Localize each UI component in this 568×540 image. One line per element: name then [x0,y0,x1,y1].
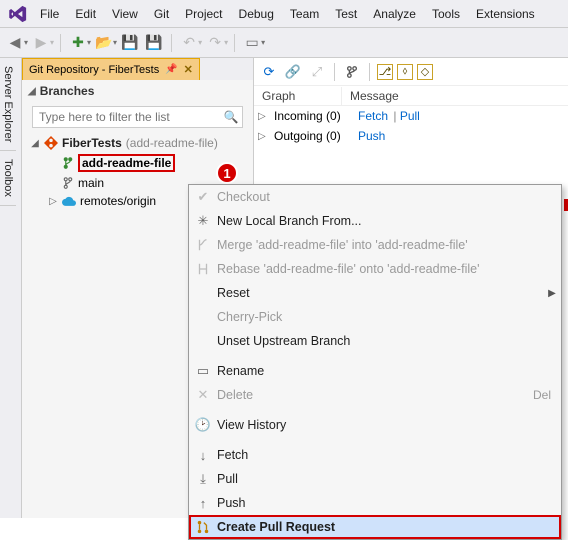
save-all-icon[interactable]: 💾 [143,32,165,54]
doc-tab-title: Git Repository - FiberTests [29,64,159,76]
rename-icon: ▭ [189,363,217,379]
save-icon[interactable]: 💾 [119,32,141,54]
repo-current-branch: (add-readme-file) [126,136,218,150]
branch-current-icon [62,157,74,169]
new-project-icon[interactable]: ✚ [67,32,89,54]
branch-context-menu: ✔ Checkout ✳ New Local Branch From... Me… [188,184,562,540]
branch-icon[interactable] [341,61,363,83]
branch-icon [62,177,74,189]
menu-extensions[interactable]: Extensions [468,3,543,25]
callout-1: 1 [216,162,238,184]
menu-edit[interactable]: Edit [67,3,104,25]
merge-icon [189,238,217,252]
window-icon[interactable]: ▭ [241,32,263,54]
caret-right-icon: ▷ [258,111,268,122]
refresh-icon[interactable]: ⟳ [258,61,280,83]
branch-item-label: main [78,176,104,190]
col-message[interactable]: Message [342,87,407,105]
ctx-rename[interactable]: ▭ Rename [189,359,561,383]
incoming-label: Incoming (0) [274,109,352,123]
branches-heading: Branches [40,84,95,98]
new-branch-icon: ✳ [189,213,217,229]
ctx-delete: ✕ Delete Del [189,383,561,407]
crop-marker [564,199,568,211]
menu-view[interactable]: View [104,3,146,25]
ctx-merge: Merge 'add-readme-file' into 'add-readme… [189,233,561,257]
fetch-icon: ↓ [189,448,217,463]
undo-icon[interactable]: ↶ [178,32,200,54]
filter-box-3[interactable]: ◇ [417,64,433,80]
ctx-checkout: ✔ Checkout [189,185,561,209]
git-repo-icon [44,136,58,150]
git-repo-doc-tab[interactable]: Git Repository - FiberTests 📌 ✕ [22,58,200,80]
submenu-arrow-icon: ▶ [543,288,561,299]
caret-down-icon: ◢ [28,86,36,97]
repo-name: FiberTests [62,136,122,150]
main-toolbar: ◀▾ ▶▾ ✚▾ 📂▾ 💾 💾 ↶▾ ↷▾ ▭▾ [0,28,568,58]
link-icon[interactable]: 🔗 [282,61,304,83]
pull-link[interactable]: Pull [400,109,420,123]
branches-section-header[interactable]: ◢ Branches [22,80,253,102]
branch-filter-input[interactable] [33,107,220,127]
ctx-pull[interactable]: ⤓ Pull [189,467,561,491]
menu-file[interactable]: File [32,3,67,25]
caret-down-icon: ◢ [30,138,40,149]
open-icon[interactable]: 📂 [93,32,115,54]
history-toolbar: ⟳ 🔗 ⤢ ⎇ ⬨ ◇ [254,58,568,86]
side-well: Server Explorer Toolbox [0,58,22,518]
redo-icon[interactable]: ↷ [204,32,226,54]
ctx-view-history[interactable]: 🕑 View History [189,413,561,437]
history-icon: 🕑 [189,417,217,433]
ctx-fetch[interactable]: ↓ Fetch [189,443,561,467]
menubar: File Edit View Git Project Debug Team Te… [0,0,568,28]
caret-right-icon: ▷ [258,131,268,142]
branch-item-label: add-readme-file [78,154,175,172]
push-link[interactable]: Push [358,129,385,143]
menu-team[interactable]: Team [282,3,327,25]
checkout-icon: ✔ [189,189,217,205]
push-icon: ↑ [189,496,217,511]
menu-test[interactable]: Test [327,3,365,25]
branch-node-current[interactable]: add-readme-file [28,152,247,174]
side-tab-server-explorer[interactable]: Server Explorer [0,58,16,151]
incoming-row[interactable]: ▷ Incoming (0) Fetch | Pull [254,106,568,126]
menu-project[interactable]: Project [177,3,230,25]
ctx-cherry-pick: Cherry-Pick [189,305,561,329]
pull-icon: ⤓ [189,471,217,487]
menu-git[interactable]: Git [146,3,177,25]
outgoing-label: Outgoing (0) [274,129,352,143]
filter-box-2[interactable]: ⬨ [397,64,413,80]
ctx-push[interactable]: ↑ Push [189,491,561,515]
remotes-label: remotes/origin [80,194,156,208]
filter-box-1[interactable]: ⎇ [377,64,393,80]
nav-back-icon[interactable]: ◀ [4,32,26,54]
col-graph[interactable]: Graph [254,87,342,105]
ctx-unset-upstream[interactable]: Unset Upstream Branch [189,329,561,353]
ctx-new-branch[interactable]: ✳ New Local Branch From... [189,209,561,233]
repo-node[interactable]: ◢ FiberTests (add-readme-file) [28,134,247,152]
vs-logo-icon [4,0,32,28]
fetch-link[interactable]: Fetch [358,109,388,123]
cloud-icon [62,195,76,207]
menu-analyze[interactable]: Analyze [365,3,424,25]
caret-right-icon: ▷ [48,196,58,207]
outgoing-row[interactable]: ▷ Outgoing (0) Push [254,126,568,146]
delete-accelerator: Del [521,388,561,402]
side-tab-toolbox[interactable]: Toolbox [0,151,16,206]
close-icon[interactable]: ✕ [184,63,193,76]
ctx-create-pull-request[interactable]: Create Pull Request [189,515,561,539]
menu-tools[interactable]: Tools [424,3,468,25]
pull-request-icon [189,520,217,534]
history-columns: Graph Message [254,86,568,106]
nav-fwd-icon[interactable]: ▶ [30,32,52,54]
rebase-icon [189,262,217,276]
search-icon[interactable]: 🔍 [220,110,242,124]
menu-debug[interactable]: Debug [231,3,282,25]
branch-filter: 🔍 [32,106,243,128]
ctx-rebase: Rebase 'add-readme-file' onto 'add-readm… [189,257,561,281]
pin-icon[interactable]: 📌 [165,64,177,75]
ctx-reset[interactable]: Reset ▶ [189,281,561,305]
maximize-icon[interactable]: ⤢ [306,61,328,83]
delete-icon: ✕ [189,387,217,403]
